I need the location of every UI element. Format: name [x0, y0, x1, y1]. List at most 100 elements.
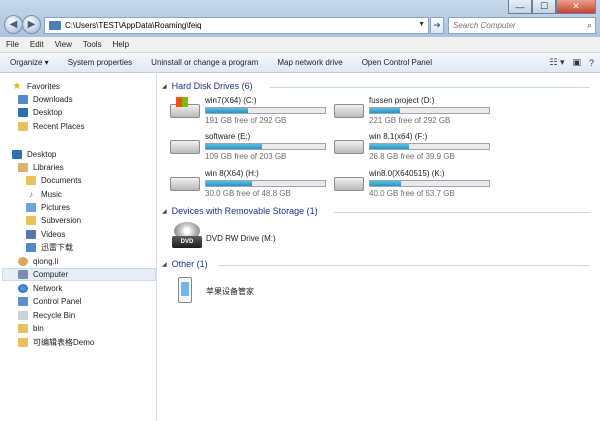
drive-name: win 8.1(x64) (F:) [369, 132, 428, 141]
videos-icon [26, 230, 36, 239]
sidebar-item-pictures[interactable]: Pictures [26, 201, 70, 214]
sidebar-item-subversion[interactable]: Subversion [26, 214, 81, 227]
search-input[interactable] [449, 21, 579, 30]
drive-name: win 8(X64) (H:) [205, 169, 259, 178]
hard-drive-icon [334, 177, 364, 191]
sidebar-item-bin[interactable]: bin [18, 322, 44, 335]
group-divider [334, 212, 590, 213]
sidebar-item-recycle-bin[interactable]: Recycle Bin [18, 309, 75, 322]
forward-arrow-icon: ▶ [27, 19, 36, 30]
drive-item[interactable]: win 8(X64) (H:) 30.0 GB free of 48.8 GB [170, 169, 340, 199]
sidebar-item-videos[interactable]: Videos [26, 228, 65, 241]
collapse-arrow-icon[interactable]: ◢ [162, 83, 167, 90]
uninstall-program-button[interactable]: Uninstall or change a program [151, 58, 258, 67]
sidebar-item-computer[interactable]: Computer [2, 268, 156, 281]
maximize-button[interactable]: ☐ [532, 0, 556, 14]
drive-free-space: 40.0 GB free of 53.7 GB [369, 189, 455, 198]
menu-view[interactable]: View [55, 40, 72, 49]
title-bar: — ☐ ✕ ◀ ▶ C:\Users\TEST\AppData\Roaming\… [0, 0, 600, 37]
drive-name: win7(X64) (C:) [205, 96, 257, 105]
sidebar-item-recent-places[interactable]: Recent Places [18, 120, 85, 133]
phone-device-icon[interactable] [178, 277, 192, 303]
collapse-arrow-icon[interactable]: ◢ [162, 208, 167, 215]
group-header-hard-disk-drives[interactable]: ◢ Hard Disk Drives (6) [162, 80, 253, 92]
sidebar-item-label: Network [33, 284, 63, 293]
drive-item[interactable]: win8.0(X640515) (K:) 40.0 GB free of 53.… [334, 169, 504, 199]
recycle-bin-icon [18, 311, 28, 320]
drive-name: win8.0(X640515) (K:) [369, 169, 445, 178]
sidebar-item-xunlei[interactable]: 迅雷下载 [26, 241, 73, 254]
drive-name: fussen project (D:) [369, 96, 435, 105]
menu-help[interactable]: Help [113, 40, 129, 49]
folder-icon [18, 338, 28, 347]
windows-drive-icon [170, 97, 200, 118]
open-control-panel-button[interactable]: Open Control Panel [362, 58, 432, 67]
address-bar[interactable]: C:\Users\TEST\AppData\Roaming\feiq ▼ [44, 17, 429, 34]
search-box[interactable]: ⌕ [448, 17, 596, 34]
drive-usage-fill [206, 181, 253, 186]
navigation-pane: ★ Favorites Downloads Desktop Recent Pla… [0, 74, 157, 421]
group-title: Hard Disk Drives (6) [171, 81, 253, 91]
view-options-icon[interactable]: ☷ ▾ [549, 57, 564, 68]
group-title: Devices with Removable Storage (1) [171, 206, 318, 216]
drive-usage-fill [206, 108, 248, 113]
drive-item[interactable]: win7(X64) (C:) 191 GB free of 292 GB [170, 96, 340, 126]
minimize-button[interactable]: — [508, 0, 532, 14]
menu-file[interactable]: File [6, 40, 19, 49]
sidebar-item-label: Documents [41, 176, 82, 185]
sidebar-item-demo[interactable]: 可编辑表格Demo [18, 336, 94, 349]
drive-item[interactable]: software (E:) 109 GB free of 203 GB [170, 132, 340, 162]
back-button[interactable]: ◀ [4, 15, 23, 34]
drive-free-space: 26.8 GB free of 39.9 GB [369, 152, 455, 161]
dvd-drive-icon[interactable]: DVD [172, 222, 202, 250]
organize-button[interactable]: Organize ▾ [10, 58, 49, 67]
help-icon[interactable]: ? [589, 58, 594, 68]
sidebar-item-user[interactable]: qiong.li [18, 255, 58, 268]
collapse-arrow-icon[interactable]: ◢ [162, 261, 167, 268]
subversion-icon [26, 216, 36, 225]
sidebar-item-label: Favorites [27, 82, 60, 91]
preview-pane-icon[interactable]: ▣ [572, 57, 581, 68]
content-pane: ◢ Hard Disk Drives (6) win7(X64) (C:) 19… [158, 74, 600, 421]
sidebar-item-label: Pictures [41, 203, 70, 212]
hard-drive-icon [334, 104, 364, 118]
menu-bar: File Edit View Tools Help [0, 37, 600, 53]
search-icon[interactable]: ⌕ [587, 20, 592, 31]
sidebar-item-desktop-favorite[interactable]: Desktop [18, 106, 62, 119]
chevron-down-icon[interactable]: ▼ [418, 21, 425, 28]
hard-drive-icon [170, 177, 200, 191]
forward-button[interactable]: ▶ [22, 15, 41, 34]
hard-drive-icon [334, 140, 364, 154]
drive-usage-fill [206, 144, 262, 149]
sidebar-item-desktop[interactable]: Desktop [12, 148, 56, 161]
recent-places-icon [18, 122, 28, 131]
dvd-drive-label[interactable]: DVD RW Drive (M:) [206, 234, 276, 243]
drive-usage-fill [370, 108, 400, 113]
sidebar-item-downloads[interactable]: Downloads [18, 93, 73, 106]
sidebar-item-label: Desktop [27, 150, 57, 159]
group-header-removable-storage[interactable]: ◢ Devices with Removable Storage (1) [162, 205, 318, 217]
sidebar-item-music[interactable]: ♪ Music [26, 188, 62, 201]
sidebar-item-libraries[interactable]: Libraries [18, 161, 64, 174]
menu-edit[interactable]: Edit [30, 40, 44, 49]
close-button[interactable]: ✕ [556, 0, 596, 14]
drive-item[interactable]: fussen project (D:) 221 GB free of 292 G… [334, 96, 504, 126]
drive-item[interactable]: win 8.1(x64) (F:) 26.8 GB free of 39.9 G… [334, 132, 504, 162]
menu-tools[interactable]: Tools [83, 40, 102, 49]
hard-drive-icon [170, 140, 200, 154]
sidebar-item-documents[interactable]: Documents [26, 174, 81, 187]
sidebar-item-label: Music [41, 190, 62, 199]
device-label[interactable]: 苹果设备管家 [206, 286, 254, 297]
go-button[interactable]: ➜ [430, 17, 444, 34]
sidebar-item-network[interactable]: Network [18, 282, 62, 295]
drive-usage-fill [370, 181, 401, 186]
map-network-drive-button[interactable]: Map network drive [277, 58, 342, 67]
system-properties-button[interactable]: System properties [68, 58, 132, 67]
desktop-icon [18, 108, 28, 117]
sidebar-item-label: 迅雷下载 [41, 243, 73, 252]
sidebar-item-favorites[interactable]: ★ Favorites [12, 80, 60, 93]
group-header-other[interactable]: ◢ Other (1) [162, 258, 208, 270]
sidebar-item-control-panel[interactable]: Control Panel [18, 295, 81, 308]
drive-free-space: 109 GB free of 203 GB [205, 152, 287, 161]
network-icon [18, 284, 28, 293]
